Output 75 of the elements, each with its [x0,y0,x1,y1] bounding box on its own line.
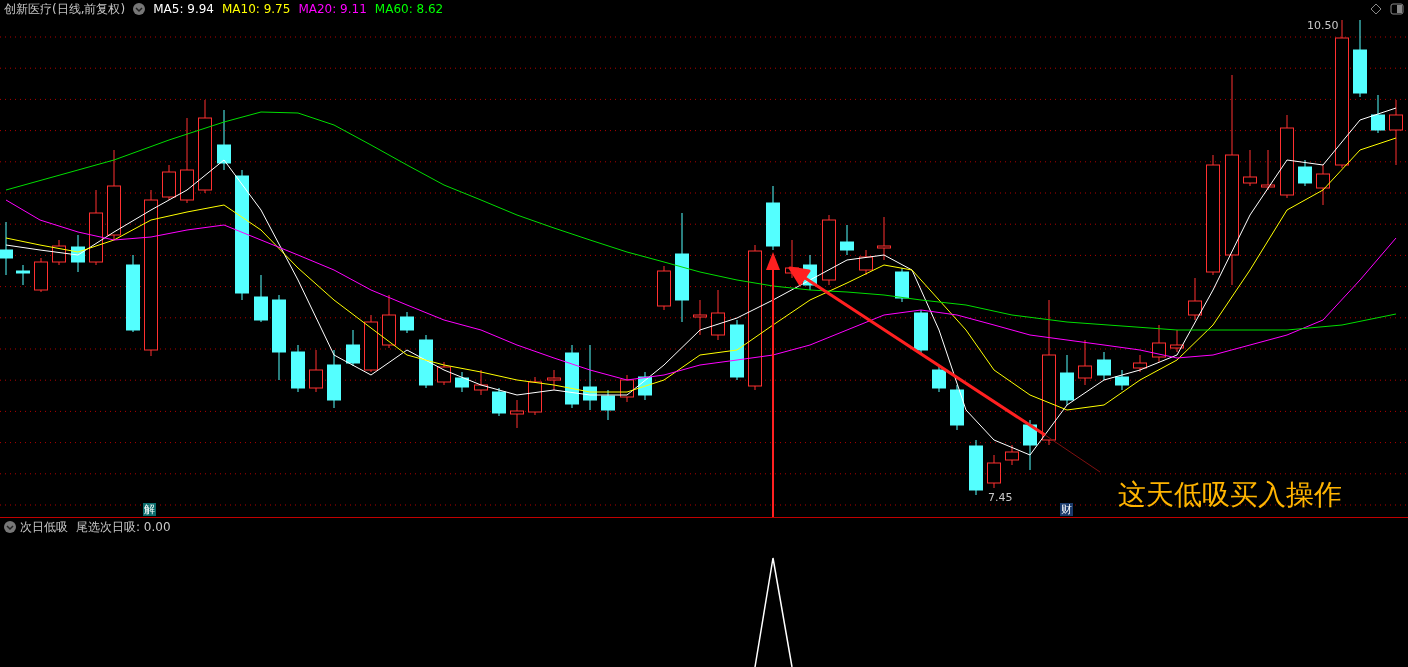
indicator-value: 尾选次日吸: 0.00 [76,519,171,536]
candlestick [766,185,780,251]
candlestick [1316,164,1330,206]
candlestick [1005,444,1019,466]
candlestick [877,216,891,261]
candlestick [895,267,909,303]
candlestick [1389,99,1403,166]
candlestick [1152,324,1166,363]
moving-average-value: MA20: 9.11 [298,1,367,18]
candlestick [1261,149,1275,191]
candlestick [419,334,433,389]
candlestick [693,299,707,336]
candlestick [492,387,506,417]
candlestick [510,399,524,429]
candlestick [327,349,341,409]
candlestick [932,364,946,393]
high-price-label: 10.50 [1307,18,1339,34]
candlestick [400,311,414,334]
candlestick [217,109,231,171]
candlestick [1188,277,1202,321]
candlestick [437,361,451,386]
candlestick [969,439,983,496]
moving-average-value: MA60: 8.62 [374,1,444,18]
candlestick [987,454,1001,489]
candlestick [291,344,305,393]
candlestick [254,274,268,323]
dropdown-icon[interactable] [133,3,146,15]
candlestick [840,224,854,256]
moving-average-value: MA5: 9.94 [153,1,214,18]
candlestick [1243,149,1257,187]
candlestick [620,374,634,403]
candlestick [1023,419,1037,471]
indicator-title: 次日低吸 [20,519,68,536]
candlestick [950,384,964,431]
trend-line [1044,434,1101,473]
candlestick [1078,339,1092,386]
candlestick [309,349,323,393]
candlestick [346,329,360,367]
candlestick [474,369,488,396]
annotation-text: 这天低吸买入操作 [1118,479,1342,511]
candlestick [565,344,579,409]
candlestick [528,376,542,416]
diamond-icon[interactable] [1370,3,1382,15]
candlestick [583,344,597,411]
panel-toggle-icon[interactable] [1390,3,1404,15]
candlestick [730,319,744,381]
candlestick [16,264,30,286]
chart-title: 创新医疗(日线,前复权) [4,1,126,18]
candlestick [657,265,671,311]
candlestick [364,314,378,373]
candlestick [455,371,469,393]
candlestick [1115,369,1129,391]
candlestick [638,371,652,401]
candlestick [711,289,725,341]
candlestick [547,369,561,391]
candlestick [162,164,176,201]
event-marker: 财 [1060,503,1073,516]
moving-average-value: MA10: 9.75 [221,1,291,18]
candlestick [1170,329,1184,353]
candlestick [1371,94,1385,134]
candlestick [382,294,396,349]
candlestick [1133,354,1147,373]
candlestick [1060,354,1074,406]
candlestick [71,234,85,273]
dropdown-icon[interactable] [4,521,16,533]
candlestick [52,239,66,266]
candlestick [34,257,48,293]
candlestick [1298,159,1312,187]
candlestick [1097,351,1111,381]
candlestick [859,249,873,276]
candlestick [822,214,836,286]
event-marker: 解 [143,503,156,516]
candlestick [0,221,13,276]
candlestick [601,389,615,421]
low-price-label: 7.45 [988,490,1013,506]
